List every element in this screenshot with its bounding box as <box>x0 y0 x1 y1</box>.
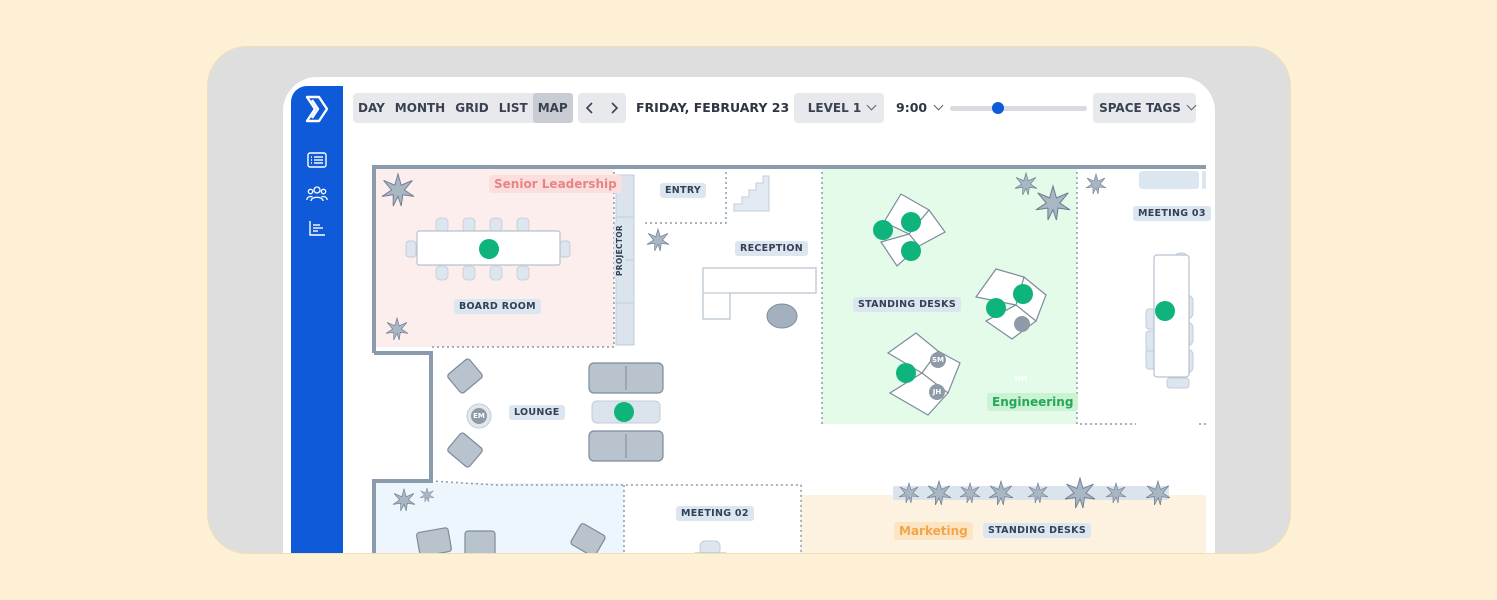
space-tags-label: SPACE TAGS <box>1099 101 1181 115</box>
logo-icon[interactable] <box>291 94 343 124</box>
chevron-left-icon[interactable] <box>585 102 595 114</box>
device-frame: DAY MONTH GRID LIST MAP FRIDAY, FEBRUARY… <box>207 46 1291 554</box>
list-icon[interactable] <box>291 148 343 172</box>
time-slider[interactable] <box>950 102 1087 114</box>
standing-desks-label: STANDING DESKS <box>853 297 961 312</box>
toolbar: DAY MONTH GRID LIST MAP FRIDAY, FEBRUARY… <box>353 93 1203 125</box>
occupied-seat-marker[interactable] <box>614 402 634 422</box>
view-grid-button[interactable]: GRID <box>450 93 494 123</box>
engineering-label: Engineering <box>987 393 1079 411</box>
date-label: FRIDAY, FEBRUARY 23 <box>636 100 790 115</box>
view-month-button[interactable]: MONTH <box>390 93 450 123</box>
chart-icon[interactable] <box>291 216 343 240</box>
view-switcher: DAY MONTH GRID LIST MAP <box>353 93 573 123</box>
board-room-label: BOARD ROOM <box>454 299 541 314</box>
time-select[interactable]: 9:00 <box>896 93 944 123</box>
chevron-right-icon[interactable] <box>609 102 619 114</box>
date-nav <box>578 93 626 123</box>
meeting-02-label: MEETING 02 <box>676 506 754 521</box>
meeting-03-label: MEETING 03 <box>1133 206 1211 221</box>
level-select[interactable]: LEVEL 1 <box>794 93 884 123</box>
space-tags-select[interactable]: SPACE TAGS <box>1093 93 1197 123</box>
level-label: LEVEL 1 <box>807 101 862 115</box>
entry-label: ENTRY <box>660 183 707 198</box>
occupied-seat-marker[interactable] <box>479 239 499 259</box>
lounge-label: LOUNGE <box>509 405 565 420</box>
avatar-sm[interactable]: SM <box>930 352 946 368</box>
view-day-button[interactable]: DAY <box>353 93 390 123</box>
chevron-down-icon <box>866 100 877 110</box>
page-background: DAY MONTH GRID LIST MAP FRIDAY, FEBRUARY… <box>0 0 1497 600</box>
chevron-down-icon <box>933 100 944 111</box>
reception-label: RECEPTION <box>735 241 808 256</box>
time-slider-handle[interactable] <box>991 102 1004 114</box>
sidebar <box>291 86 343 553</box>
plant-icon <box>646 228 670 252</box>
avatar-em[interactable]: EM <box>471 408 487 424</box>
avatar-jh[interactable]: JH <box>929 384 945 400</box>
app-window: DAY MONTH GRID LIST MAP FRIDAY, FEBRUARY… <box>283 77 1215 553</box>
standing-desks-marketing-label: STANDING DESKS <box>983 523 1091 538</box>
view-list-button[interactable]: LIST <box>494 93 533 123</box>
people-icon[interactable] <box>291 182 343 206</box>
view-map-button[interactable]: MAP <box>532 93 573 123</box>
projector-label: PROJECTOR <box>614 221 626 280</box>
time-label: 9:00 <box>896 100 928 115</box>
date-picker[interactable]: FRIDAY, FEBRUARY 23 <box>636 93 806 123</box>
occupied-seat-marker[interactable] <box>1155 301 1175 321</box>
plant-icon <box>1085 173 1107 195</box>
avatar-hm[interactable]: HM <box>1013 371 1029 387</box>
floor-map: Senior Leadership BOARD ROOM PROJECTOR E… <box>361 133 1211 553</box>
marketing-label: Marketing <box>894 522 973 540</box>
chevron-down-icon <box>1186 100 1197 110</box>
floor-plan-drawing <box>372 165 1206 553</box>
senior-leadership-label: Senior Leadership <box>489 175 622 193</box>
